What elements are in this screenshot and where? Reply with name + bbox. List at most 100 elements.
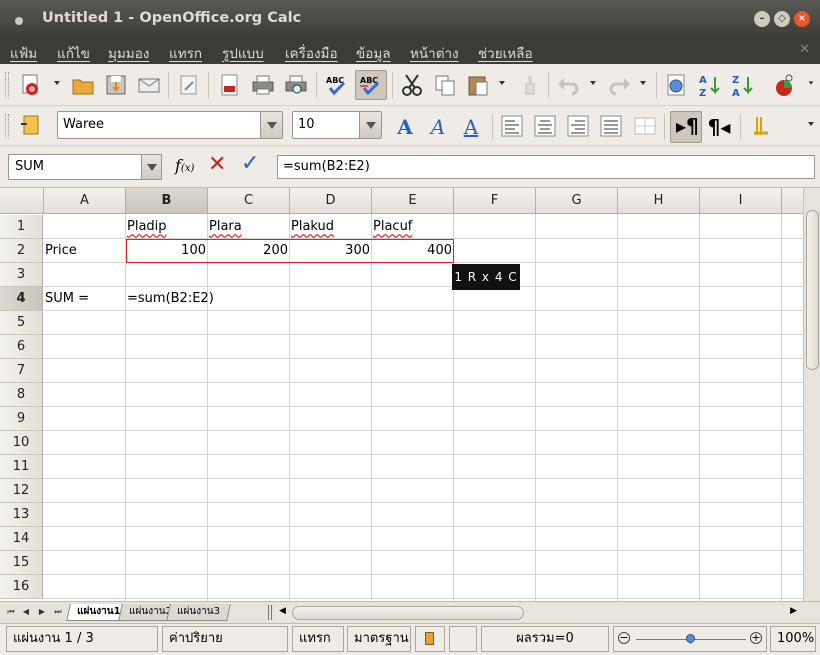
right-to-left-icon[interactable]: ¶◂ bbox=[705, 113, 733, 141]
menu-window[interactable]: หน้าต่าง bbox=[410, 42, 459, 64]
copy-icon[interactable] bbox=[432, 72, 458, 98]
row-header-4[interactable]: 4 bbox=[0, 287, 43, 311]
paste-icon[interactable] bbox=[465, 72, 491, 98]
menu-insert[interactable]: แทรก bbox=[169, 42, 202, 64]
column-header-i[interactable]: I bbox=[700, 188, 782, 214]
row-header-16[interactable]: 16 bbox=[0, 575, 43, 599]
row-header-13[interactable]: 13 bbox=[0, 503, 43, 527]
sort-ascending-icon[interactable]: AZ bbox=[697, 72, 723, 98]
digital-signature-field[interactable] bbox=[449, 626, 477, 652]
insert-chart-icon[interactable] bbox=[771, 72, 797, 98]
minimize-button[interactable]: – bbox=[754, 11, 770, 27]
open-folder-icon[interactable] bbox=[70, 72, 96, 98]
menu-help[interactable]: ช่วยเหลือ bbox=[478, 42, 533, 64]
new-document-icon[interactable] bbox=[18, 72, 44, 98]
align-right-icon[interactable] bbox=[565, 113, 591, 139]
ltr-button[interactable]: ▸¶ bbox=[670, 111, 702, 143]
sum-field[interactable]: ผลรวม=0 bbox=[481, 626, 609, 652]
print-icon[interactable] bbox=[250, 72, 276, 98]
previous-sheet-icon[interactable]: ◀ bbox=[20, 606, 32, 618]
save-icon[interactable] bbox=[103, 72, 129, 98]
column-header-g[interactable]: G bbox=[536, 188, 618, 214]
row-header-6[interactable]: 6 bbox=[0, 335, 43, 359]
formula-input[interactable]: =sum(B2:E2) bbox=[277, 155, 815, 179]
column-header-h[interactable]: H bbox=[618, 188, 700, 214]
vertical-scroll-thumb[interactable] bbox=[806, 210, 819, 370]
menu-data[interactable]: ข้อมูล bbox=[356, 42, 391, 64]
selection-mode[interactable]: มาตรฐาน bbox=[347, 626, 411, 652]
window-menu-icon[interactable] bbox=[12, 13, 26, 27]
column-header-c[interactable]: C bbox=[208, 188, 290, 214]
menu-format[interactable]: รูปแบบ bbox=[222, 42, 264, 64]
cell-b1[interactable]: Pladip bbox=[127, 219, 167, 234]
document-modified-icon[interactable] bbox=[415, 626, 445, 652]
accept-icon[interactable]: ✓ bbox=[241, 151, 259, 176]
merge-cells-icon[interactable] bbox=[632, 113, 658, 139]
row-header-7[interactable]: 7 bbox=[0, 359, 43, 383]
align-left-icon[interactable] bbox=[499, 113, 525, 139]
cell-a2[interactable]: Price bbox=[45, 239, 125, 263]
zoom-slider-thumb[interactable] bbox=[686, 634, 695, 643]
redo-icon[interactable] bbox=[606, 72, 632, 98]
close-button[interactable]: × bbox=[794, 11, 810, 27]
column-header-j[interactable] bbox=[782, 188, 803, 214]
justify-icon[interactable] bbox=[598, 113, 624, 139]
scroll-left-icon[interactable]: ◀ bbox=[279, 606, 286, 616]
font-size-dropdown-icon[interactable] bbox=[359, 112, 381, 138]
italic-icon[interactable]: A bbox=[424, 113, 452, 141]
cell-c1[interactable]: Plara bbox=[209, 219, 242, 234]
autospellcheck-button[interactable]: ABC bbox=[355, 70, 387, 100]
menu-view[interactable]: มุมมอง bbox=[108, 42, 149, 64]
cancel-icon[interactable]: ✕ bbox=[208, 152, 226, 177]
row-header-12[interactable]: 12 bbox=[0, 479, 43, 503]
row-header-5[interactable]: 5 bbox=[0, 311, 43, 335]
column-header-e[interactable]: E bbox=[372, 188, 454, 214]
scroll-right-icon[interactable]: ▶ bbox=[790, 606, 797, 616]
cell-e1[interactable]: Placuf bbox=[373, 219, 412, 234]
spellcheck-icon[interactable]: ABC bbox=[324, 72, 350, 98]
next-sheet-icon[interactable]: ▶ bbox=[36, 606, 48, 618]
row-header-15[interactable]: 15 bbox=[0, 551, 43, 575]
vertical-scrollbar[interactable] bbox=[803, 188, 820, 601]
print-preview-icon[interactable] bbox=[283, 72, 309, 98]
sheet-indicator[interactable]: แผ่นงาน 1 / 3 bbox=[6, 626, 158, 652]
row-header-1[interactable]: 1 bbox=[0, 215, 43, 239]
new-dropdown-icon[interactable] bbox=[54, 81, 60, 85]
zoom-out-icon[interactable]: − bbox=[618, 632, 630, 644]
select-all-corner[interactable] bbox=[0, 188, 44, 214]
align-center-icon[interactable] bbox=[532, 113, 558, 139]
column-header-f[interactable]: F bbox=[454, 188, 536, 214]
styles-formatting-icon[interactable] bbox=[18, 112, 44, 138]
undo-icon[interactable] bbox=[556, 72, 582, 98]
hyperlink-icon[interactable] bbox=[664, 72, 690, 98]
name-box[interactable]: SUM bbox=[8, 154, 162, 180]
zoom-slider[interactable]: − + bbox=[613, 626, 767, 652]
cell-b4[interactable]: =sum(B2:E2) bbox=[127, 287, 214, 311]
toolbar-overflow-icon[interactable] bbox=[808, 81, 814, 85]
function-wizard-icon[interactable]: f(x) bbox=[175, 156, 194, 175]
row-header-3[interactable]: 3 bbox=[0, 263, 43, 287]
name-box-dropdown-icon[interactable] bbox=[141, 155, 161, 179]
maximize-button[interactable]: ◇ bbox=[774, 11, 790, 27]
toolbar-grip[interactable] bbox=[5, 72, 9, 98]
font-name-combo[interactable]: Waree bbox=[57, 111, 283, 139]
row-header-11[interactable]: 11 bbox=[0, 455, 43, 479]
sort-descending-icon[interactable]: ZA bbox=[730, 72, 756, 98]
column-header-d[interactable]: D bbox=[290, 188, 372, 214]
menu-tools[interactable]: เครื่องมือ bbox=[285, 42, 338, 64]
menu-file[interactable]: แฟ้ม bbox=[10, 42, 37, 64]
cut-icon[interactable] bbox=[399, 72, 425, 98]
column-header-a[interactable]: A bbox=[44, 188, 126, 214]
tab-split-handle[interactable] bbox=[268, 605, 272, 620]
undo-dropdown-icon[interactable] bbox=[590, 81, 596, 85]
sheet-tab-3[interactable]: แผ่นงาน3 bbox=[166, 604, 231, 621]
menu-edit[interactable]: แก้ไข bbox=[57, 42, 90, 64]
row-header-10[interactable]: 10 bbox=[0, 431, 43, 455]
font-size-combo[interactable]: 10 bbox=[292, 111, 382, 139]
column-header-b[interactable]: B bbox=[126, 188, 208, 214]
clone-format-icon[interactable] bbox=[517, 72, 543, 98]
edit-file-icon[interactable] bbox=[176, 72, 202, 98]
bold-icon[interactable]: A bbox=[391, 113, 419, 141]
row-header-8[interactable]: 8 bbox=[0, 383, 43, 407]
first-sheet-icon[interactable]: ⏮ bbox=[5, 606, 17, 618]
